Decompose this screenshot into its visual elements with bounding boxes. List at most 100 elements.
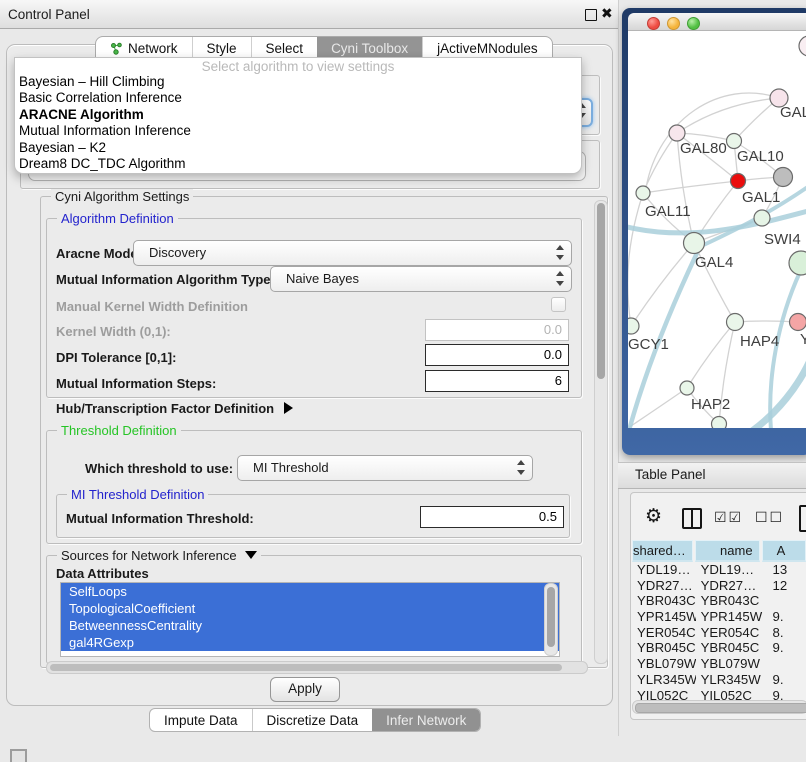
tab-label: Style — [207, 41, 237, 56]
network-node-gal1[interactable] — [731, 174, 746, 189]
network-edge[interactable] — [677, 98, 779, 133]
network-node[interactable] — [789, 251, 806, 275]
table-row[interactable]: YLR345WYLR345W9. — [632, 672, 806, 688]
data-attributes-list[interactable]: SelfLoopsTopologicalCoefficientBetweenne… — [60, 582, 560, 657]
dropdown-item[interactable]: Dream8 DC_TDC Algorithm — [15, 156, 581, 172]
network-node-gal10[interactable] — [727, 134, 742, 149]
bottom-tab-impute-data[interactable]: Impute Data — [150, 709, 252, 731]
table-column-header[interactable]: A — [762, 540, 806, 562]
table-row[interactable]: YDR27…YDR27…12 — [632, 578, 806, 594]
gear-icon[interactable]: ⚙ — [645, 505, 662, 528]
attribute-item[interactable]: TopologicalCoefficient — [61, 600, 559, 617]
unchecked-boxes-icon[interactable]: ☐☐ — [755, 509, 784, 526]
table-cell: 12 — [770, 578, 806, 594]
minimize-traffic-light-icon[interactable] — [667, 17, 680, 30]
table-row[interactable]: YBR045CYBR045C9. — [632, 640, 806, 656]
node-label: GAL80 — [680, 140, 727, 157]
mi-threshold-field[interactable]: 0.5 — [420, 506, 564, 528]
zoom-traffic-light-icon[interactable] — [687, 17, 700, 30]
tab-label: jActiveMNodules — [437, 41, 538, 56]
dropdown-item[interactable]: ARACNE Algorithm — [15, 107, 581, 123]
which-threshold-combo[interactable]: MI Threshold — [237, 455, 533, 481]
table-column-header[interactable]: name — [695, 540, 760, 562]
tab-label: Network — [128, 41, 178, 56]
close-traffic-light-icon[interactable] — [647, 17, 660, 30]
network-node[interactable] — [799, 36, 806, 56]
network-node-swi4[interactable] — [754, 210, 770, 226]
network-node[interactable] — [712, 417, 727, 429]
dropdown-item[interactable]: Bayesian – K2 — [15, 140, 581, 156]
apply-button[interactable]: Apply — [270, 677, 340, 702]
manual-kernel-width-checkbox[interactable] — [551, 297, 566, 312]
table-cell: 8. — [770, 625, 806, 641]
network-window-titlebar[interactable] — [628, 13, 806, 31]
bottom-left-corner-button[interactable] — [10, 749, 27, 762]
float-window-icon[interactable] — [585, 9, 597, 21]
table-row[interactable]: YBL079WYBL079W — [632, 656, 806, 672]
network-canvas[interactable]: GAL7GAL80GAL10GAL1GAL11SWI4GAL4GCY1HAP4Y… — [628, 31, 806, 428]
network-edge[interactable] — [643, 133, 677, 193]
columns-icon[interactable] — [682, 508, 702, 529]
table-row[interactable]: YPR145WYPR145W9. — [632, 609, 806, 625]
bottom-tabbar: Impute DataDiscretize DataInfer Network — [149, 708, 481, 732]
node-label: GAL10 — [737, 148, 784, 165]
tab-label: Select — [266, 41, 304, 56]
dropdown-item[interactable]: Basic Correlation Inference — [15, 90, 581, 106]
attributes-list-scrollbar[interactable] — [544, 583, 558, 656]
table-cell: YLR345W — [698, 672, 768, 688]
settings-scrollbar[interactable] — [594, 200, 608, 664]
table-row[interactable]: YDL19…YDL19…13 — [632, 562, 806, 578]
table-row[interactable]: YBR043CYBR043C — [632, 593, 806, 609]
table-row[interactable]: YER054CYER054C8. — [632, 625, 806, 641]
document-icon[interactable] — [799, 505, 806, 532]
network-node-gal4[interactable] — [684, 233, 705, 254]
node-label: GAL1 — [742, 189, 780, 206]
network-edge[interactable] — [628, 193, 643, 326]
dropdown-item[interactable]: Bayesian – Hill Climbing — [15, 74, 581, 90]
network-node-y[interactable] — [790, 314, 806, 331]
network-node-hap2[interactable] — [680, 381, 694, 395]
network-node[interactable] — [774, 168, 793, 187]
mi-steps-field[interactable]: 6 — [425, 370, 569, 392]
attribute-item[interactable]: BetweennessCentrality — [61, 617, 559, 634]
network-node-hap4[interactable] — [727, 314, 744, 331]
dropdown-item[interactable]: Mutual Information Inference — [15, 123, 581, 139]
attribute-item[interactable]: gal4RGexp — [61, 634, 559, 651]
table-cell: YBR045C — [698, 640, 768, 656]
attribute-item[interactable]: SelfLoops — [61, 583, 559, 600]
cyni-settings-title: Cyni Algorithm Settings — [51, 189, 193, 204]
bottom-tab-infer-network[interactable]: Infer Network — [372, 709, 480, 731]
node-label: SWI4 — [764, 231, 801, 248]
dpi-tolerance-label: DPI Tolerance [0,1]: — [56, 350, 176, 365]
settings-horizontal-scrollbar[interactable] — [46, 661, 588, 674]
network-node-gal80[interactable] — [669, 125, 685, 141]
algorithm-dropdown-popup: Select algorithm to view settings Bayesi… — [14, 57, 582, 174]
node-table[interactable]: shared…nameAYDL19…YDL19…13YDR27…YDR27…12… — [632, 540, 806, 702]
kernel-width-field[interactable]: 0.0 — [425, 319, 569, 341]
network-node-gcy1[interactable] — [628, 318, 639, 334]
table-cell: YER054C — [698, 625, 768, 641]
network-edge[interactable] — [735, 321, 798, 322]
table-column-header[interactable]: shared… — [632, 540, 693, 562]
table-cell: YPR145W — [632, 609, 696, 625]
dpi-tolerance-field[interactable]: 0.0 — [425, 344, 569, 366]
mi-threshold-label: Mutual Information Threshold: — [66, 511, 254, 526]
close-icon[interactable]: ✖ — [601, 5, 613, 22]
control-panel-title: Control Panel — [8, 7, 90, 22]
network-edge-thick[interactable] — [745, 356, 806, 428]
aracne-mode-combo[interactable]: Discovery — [133, 240, 572, 266]
sources-title[interactable]: Sources for Network Inference — [57, 548, 261, 563]
collapse-down-icon — [245, 551, 257, 559]
network-edge[interactable] — [643, 181, 738, 193]
hub-section-toggle[interactable]: Hub/Transcription Factor Definition — [56, 401, 293, 416]
table-cell: YBR043C — [698, 593, 768, 609]
network-node-gal11[interactable] — [636, 186, 650, 200]
bottom-tab-discretize-data[interactable]: Discretize Data — [252, 709, 373, 731]
mi-algorithm-type-combo[interactable]: Naive Bayes — [270, 266, 572, 292]
node-label: HAP2 — [691, 396, 730, 413]
mi-threshold-definition-title: MI Threshold Definition — [67, 487, 208, 502]
checked-boxes-icon[interactable]: ☑☑ — [714, 509, 743, 526]
table-cell: 13 — [770, 562, 806, 578]
table-cell: YPR145W — [698, 609, 768, 625]
table-horizontal-scrollbar[interactable] — [632, 700, 806, 714]
